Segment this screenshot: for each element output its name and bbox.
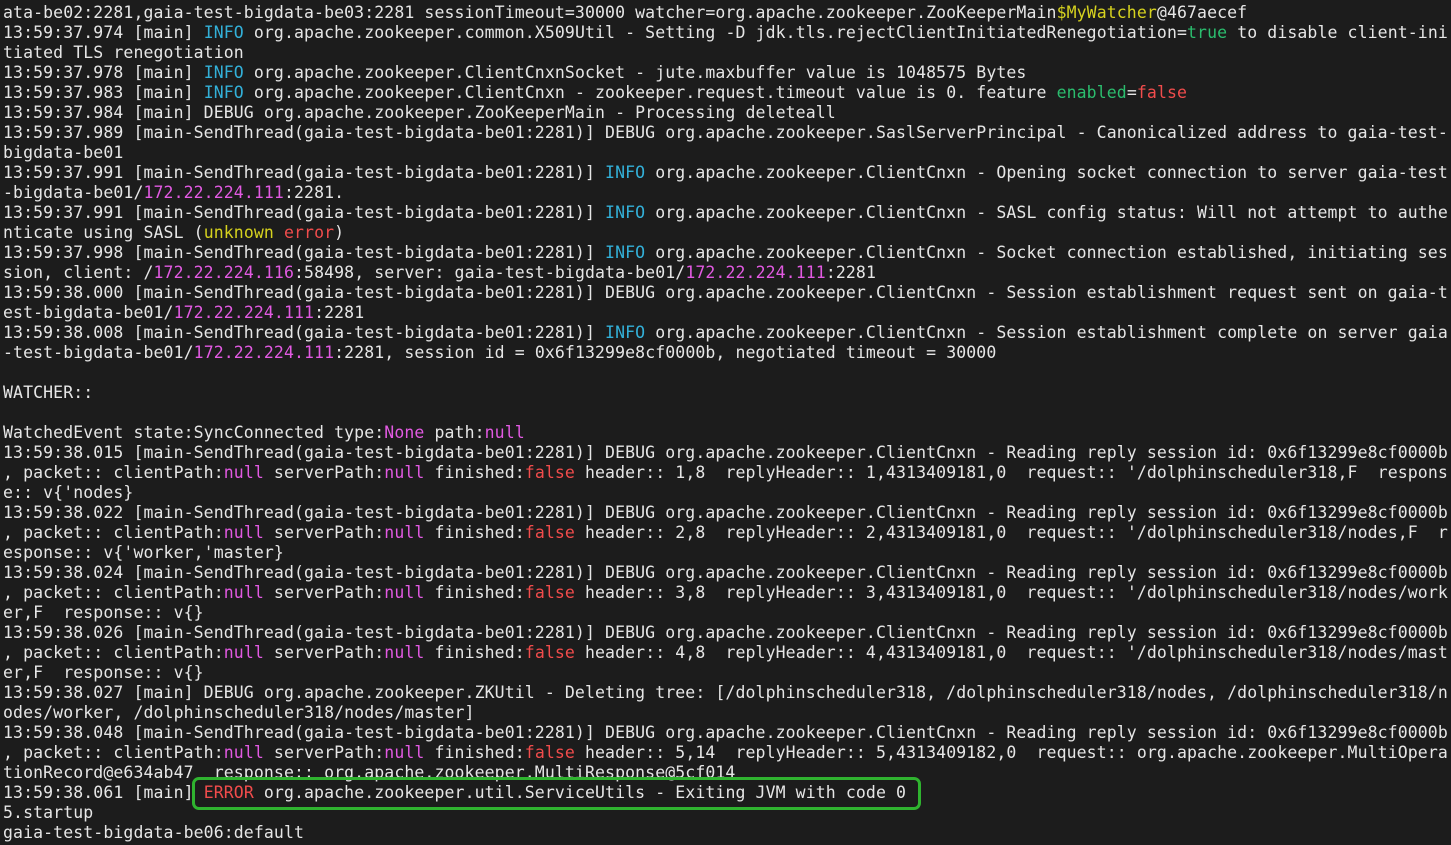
log-line: 13:59:38.024 [main-SendThread(gaia-test-… [3, 563, 1448, 582]
log-line: odes/worker, /dolphinscheduler318/nodes/… [3, 703, 475, 722]
log-line: tiated TLS renegotiation [3, 43, 244, 62]
log-line: est-bigdata-be01/172.22.224.111:2281 [3, 303, 365, 322]
log-line: er,F response:: v{} [3, 603, 204, 622]
log-line: 13:59:37.991 [main-SendThread(gaia-test-… [3, 203, 1448, 222]
log-line: tionRecord@e634ab47 response:: org.apach… [3, 763, 736, 782]
log-line: sion, client: /172.22.224.116:58498, ser… [3, 263, 876, 282]
log-line: 13:59:38.048 [main-SendThread(gaia-test-… [3, 723, 1448, 742]
log-line: 13:59:38.026 [main-SendThread(gaia-test-… [3, 623, 1448, 642]
terminal-window[interactable]: ata-be02:2281,gaia-test-bigdata-be03:228… [0, 0, 1451, 845]
log-line: -test-bigdata-be01/172.22.224.111:2281, … [3, 343, 997, 362]
log-line: 13:59:37.984 [main] DEBUG org.apache.zoo… [3, 103, 836, 122]
log-line: 5.startup [3, 803, 94, 822]
log-line: , packet:: clientPath:null serverPath:nu… [3, 583, 1448, 602]
log-line: ata-be02:2281,gaia-test-bigdata-be03:228… [3, 3, 1248, 22]
log-line: , packet:: clientPath:null serverPath:nu… [3, 643, 1448, 662]
log-line: , packet:: clientPath:null serverPath:nu… [3, 463, 1448, 482]
log-line: 13:59:37.978 [main] INFO org.apache.zook… [3, 63, 1027, 82]
log-line: e:: v{'nodes} [3, 483, 134, 502]
log-line: WATCHER:: [3, 383, 94, 402]
log-line: 13:59:37.989 [main-SendThread(gaia-test-… [3, 123, 1448, 142]
log-line: , packet:: clientPath:null serverPath:nu… [3, 743, 1448, 762]
log-line: -bigdata-be01/172.22.224.111:2281. [3, 183, 345, 202]
log-line: 13:59:37.974 [main] INFO org.apache.zook… [3, 23, 1448, 42]
log-line: , packet:: clientPath:null serverPath:nu… [3, 523, 1448, 542]
log-line: esponse:: v{'worker,'master} [3, 543, 284, 562]
log-line: 13:59:37.998 [main-SendThread(gaia-test-… [3, 243, 1448, 262]
log-line: 13:59:37.991 [main-SendThread(gaia-test-… [3, 163, 1448, 182]
log-line: gaia-test-bigdata-be06:default [3, 823, 305, 842]
log-line: 13:59:38.015 [main-SendThread(gaia-test-… [3, 443, 1448, 462]
log-line: 13:59:38.008 [main-SendThread(gaia-test-… [3, 323, 1448, 342]
log-line: nticate using SASL (unknown error) [3, 223, 345, 242]
log-line: 13:59:38.027 [main] DEBUG org.apache.zoo… [3, 683, 1448, 702]
log-line: 13:59:38.061 [main] ERROR org.apache.zoo… [3, 783, 907, 802]
log-line: bigdata-be01 [3, 143, 124, 162]
log-line: 13:59:38.000 [main-SendThread(gaia-test-… [3, 283, 1448, 302]
log-line: 13:59:38.022 [main-SendThread(gaia-test-… [3, 503, 1448, 522]
terminal-output: ata-be02:2281,gaia-test-bigdata-be03:228… [0, 0, 1451, 845]
log-line: 13:59:37.983 [main] INFO org.apache.zook… [3, 83, 1188, 102]
log-line: er,F response:: v{} [3, 663, 204, 682]
log-line: WatchedEvent state:SyncConnected type:No… [3, 423, 525, 442]
